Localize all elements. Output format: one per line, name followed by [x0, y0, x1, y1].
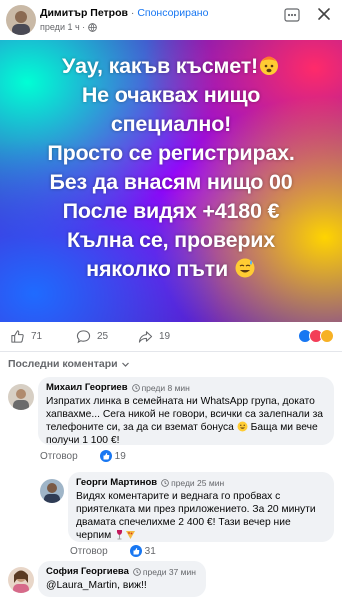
promo-line-7: Кълна се, проверих — [66, 228, 276, 252]
more-icon[interactable] — [284, 8, 300, 22]
post-time-text: преди 1 ч · — [40, 22, 86, 32]
comment-bubble-1: Михаил Георгиев преди 8 мин Изпратих лин… — [38, 377, 334, 447]
chevron-down-icon — [121, 362, 129, 367]
promo-line-6: После видях +4180 € — [62, 199, 280, 223]
like-stat[interactable]: 71 — [10, 329, 42, 344]
promo-line-2: Не очаквах нищо — [81, 83, 261, 107]
close-icon[interactable] — [316, 6, 332, 22]
comment-header-1: Михаил Георгиев преди 8 мин — [46, 382, 326, 393]
separator: · — [130, 7, 135, 19]
commenter-name-1[interactable]: Михаил Георгиев — [46, 382, 128, 393]
post-stats: 71 25 19 — [0, 322, 342, 352]
like-badge-icon — [129, 545, 142, 557]
comment-header-2: Георги Мартинов преди 25 мин — [76, 477, 326, 488]
promo-line-3: специално! — [110, 112, 232, 136]
mind-blown-emoji-icon — [260, 56, 279, 75]
commenter-avatar-2[interactable] — [40, 479, 64, 503]
comment-text-2-body: Видях коментарите и веднага го пробвах с… — [76, 491, 316, 541]
promo-line-1-text: Уау, какъв късмет! — [61, 54, 259, 78]
reaction-icons[interactable] — [298, 329, 334, 343]
wine-glass-emoji-icon — [117, 530, 123, 540]
comment-time-1-text: преди 8 мин — [141, 382, 190, 393]
sweat-smile-emoji-icon — [235, 258, 255, 278]
pizza-emoji-icon — [126, 531, 136, 539]
share-stat[interactable]: 19 — [138, 329, 170, 344]
globe-icon — [88, 22, 97, 32]
comments-filter-label: Последни коментари — [8, 358, 118, 370]
comment-time-2: преди 25 мин — [161, 478, 224, 488]
share-count: 19 — [159, 331, 171, 342]
comment-time-1: преди 8 мин — [131, 382, 190, 393]
comment-actions-1: Отговор 19 — [40, 450, 126, 462]
comment-count: 25 — [97, 331, 109, 342]
promo-line-1: Уау, какъв късмет! — [0, 52, 342, 81]
author-avatar[interactable] — [6, 5, 36, 35]
grinning-sweat-emoji-icon — [237, 421, 248, 432]
sponsored-label[interactable]: Спонсорирано — [137, 7, 208, 19]
promo-line-4: Просто се регистрирах. — [47, 141, 295, 165]
commenter-avatar-3[interactable] — [8, 567, 34, 593]
comment-bubble-icon — [76, 330, 91, 344]
comment-text-3: @Laura_Martin, виж!! — [46, 580, 147, 591]
commenter-name-3[interactable]: София Георгиева — [46, 566, 129, 577]
clock-icon — [131, 383, 140, 392]
reply-button-1[interactable]: Отговор — [40, 451, 78, 462]
comment-bubble-3: София Георгиева преди 37 мин @Laura_Mart… — [38, 561, 206, 597]
comment-actions-2: Отговор 31 — [70, 545, 156, 557]
author-name[interactable]: Димитър Петров — [40, 7, 128, 19]
clock-icon — [161, 478, 169, 487]
thumbs-up-icon — [11, 330, 24, 343]
comment-text-1: Изпратих линка в семейната ни WhatsApp г… — [46, 395, 326, 447]
post-header: Димитър Петров · Спонсорирано преди 1 ч … — [0, 0, 342, 40]
commenter-avatar-1[interactable] — [8, 384, 34, 410]
reply-button-2[interactable]: Отговор — [70, 546, 108, 557]
comment-stat[interactable]: 25 — [76, 329, 108, 344]
comment-likes-2-count: 31 — [144, 545, 156, 557]
comment-likes-1[interactable]: 19 — [99, 450, 126, 462]
comments-filter[interactable]: Последни коментари — [8, 358, 130, 370]
promo-line-8: няколко пъти — [0, 255, 342, 284]
share-arrow-icon — [138, 331, 153, 343]
post-time: преди 1 ч · — [40, 22, 97, 32]
wow-reaction-icon — [320, 329, 334, 343]
comment-time-2-text: преди 25 мин — [171, 477, 225, 488]
promo-line-8-text: няколко пъти — [86, 257, 229, 281]
clock-icon — [133, 567, 141, 576]
comment-text-2: Видях коментарите и веднага го пробвах с… — [76, 490, 326, 542]
author-line: Димитър Петров · Спонсорирано — [40, 7, 208, 19]
like-count: 71 — [31, 331, 43, 342]
comment-likes-2[interactable]: 31 — [129, 545, 156, 557]
promo-line-5: Без да внасям нищо 00 — [49, 170, 293, 194]
commenter-name-2[interactable]: Георги Мартинов — [76, 477, 157, 488]
promo-text: Уау, какъв късмет! Не очаквах нищо специ… — [0, 52, 342, 284]
comment-likes-1-count: 19 — [114, 450, 126, 462]
promo-image[interactable]: Уау, какъв късмет! Не очаквах нищо специ… — [0, 40, 342, 322]
comment-time-3-text: преди 37 мин — [142, 566, 196, 577]
comment-time-3: преди 37 мин — [133, 567, 196, 577]
comment-bubble-2: Георги Мартинов преди 25 мин Видях комен… — [68, 472, 334, 542]
comment-header-3: София Георгиева преди 37 мин — [46, 566, 198, 577]
like-badge-icon — [99, 450, 112, 462]
